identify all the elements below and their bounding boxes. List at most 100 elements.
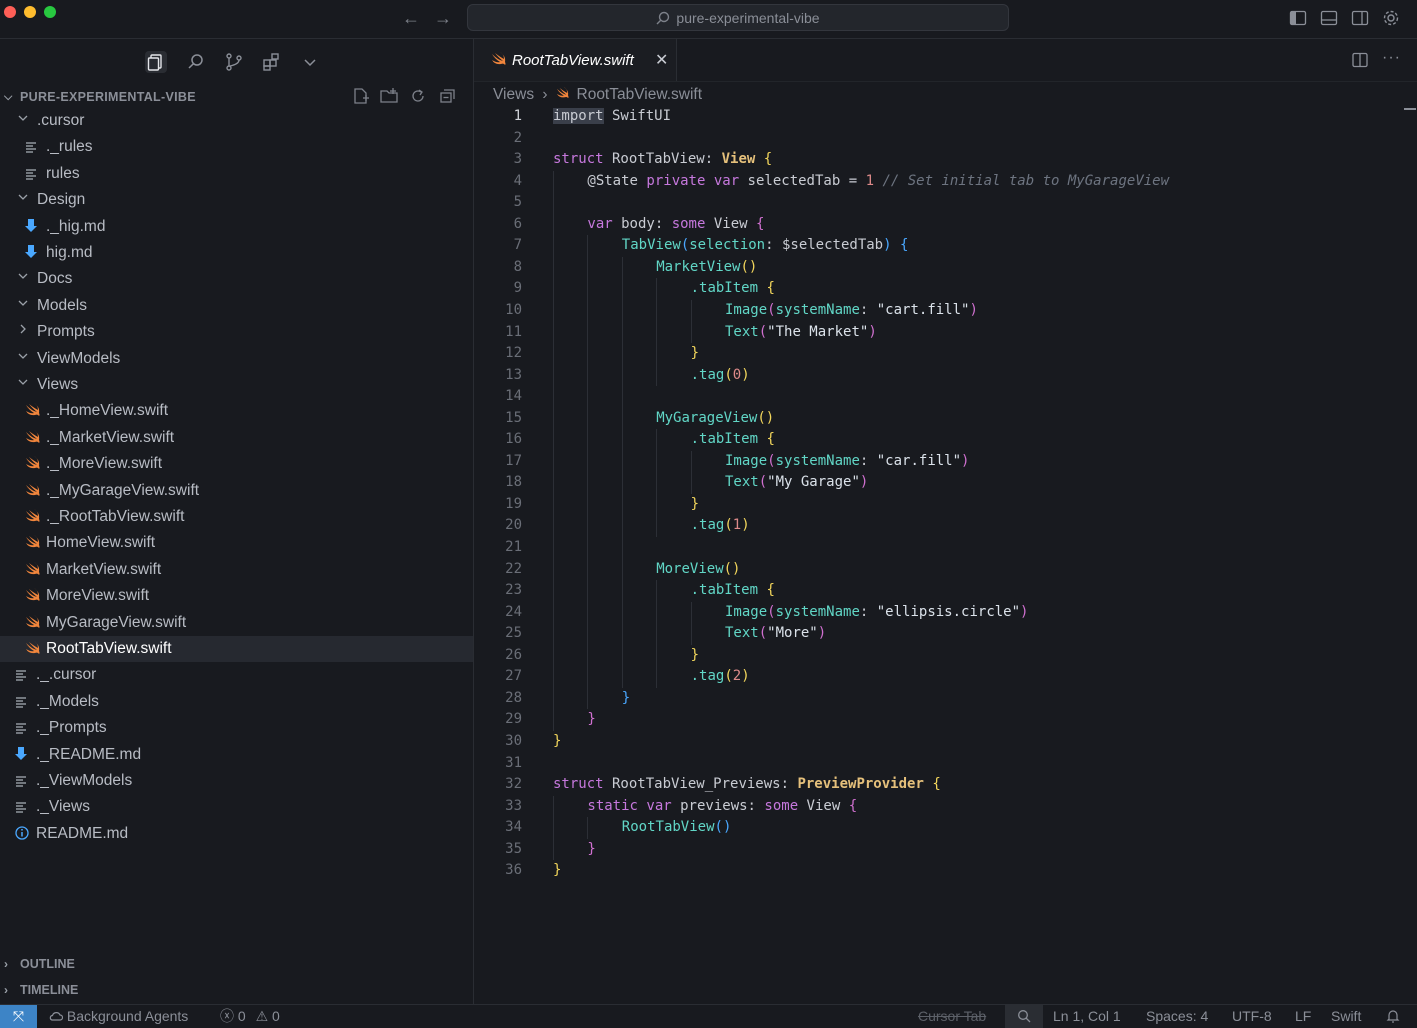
line-number: 23 (505, 582, 522, 599)
zoom-search-icon[interactable] (1005, 1005, 1043, 1028)
code-line: 22 MoreView() (474, 559, 1417, 581)
explorer-root-header[interactable]: ⌵ PURE-EXPERIMENTAL-VIBE (0, 86, 473, 108)
forward-arrow-icon[interactable]: → (434, 8, 452, 28)
source-control-icon[interactable] (223, 51, 245, 73)
cursor-tab-item[interactable]: Cursor Tab (918, 1005, 986, 1028)
split-editor-icon[interactable] (1351, 51, 1369, 74)
tree-file[interactable]: ._RootTabView.swift (0, 504, 473, 530)
end-of-line[interactable]: LF (1295, 1005, 1311, 1028)
tree-file[interactable]: ._HomeView.swift (0, 398, 473, 424)
chevron-down-icon[interactable] (299, 51, 321, 73)
command-center-search[interactable]: pure-experimental-vibe (467, 4, 1009, 31)
tree-file[interactable]: README.md (0, 821, 473, 847)
encoding[interactable]: UTF-8 (1232, 1005, 1272, 1028)
code-text: static var previews: some View { (587, 797, 858, 814)
tree-file[interactable]: ._README.md (0, 742, 473, 768)
code-line: 26} (474, 645, 1417, 667)
tree-file[interactable]: ._MoreView.swift (0, 451, 473, 477)
toggle-secondary-sidebar-icon[interactable] (1351, 9, 1369, 27)
tree-file[interactable]: MyGarageView.swift (0, 610, 473, 636)
background-agents-item[interactable]: Background Agents (49, 1005, 188, 1028)
notifications-bell-icon[interactable] (1386, 1005, 1400, 1028)
tree-folder[interactable]: Models (0, 293, 473, 319)
outline-section-header[interactable]: › OUTLINE (0, 952, 473, 976)
code-text: } (621, 689, 631, 706)
extensions-icon[interactable] (261, 51, 283, 73)
minimize-window-button[interactable] (24, 6, 36, 18)
line-number: 33 (505, 797, 522, 814)
code-line: 17 Image(systemName: "car.fill") (474, 451, 1417, 473)
tree-item-label: MarketView.swift (46, 560, 162, 578)
code-line: 34 RootTabView() (474, 817, 1417, 839)
tree-item-label: ._.cursor (36, 666, 97, 684)
explorer-files-icon[interactable] (145, 51, 167, 73)
line-number: 10 (505, 301, 522, 318)
more-actions-icon[interactable]: ··· (1382, 49, 1401, 67)
breadcrumb-folder[interactable]: Views (493, 86, 534, 103)
tab-roottabview[interactable]: RootTabView.swift ✕ (474, 39, 677, 81)
tree-item-label: HomeView.swift (46, 534, 156, 552)
tree-item-label: ._MoreView.swift (46, 455, 163, 473)
line-number: 2 (513, 129, 522, 146)
tree-folder[interactable]: ViewModels (0, 346, 473, 372)
remote-indicator-icon[interactable]: ⤧ (0, 1005, 37, 1028)
tree-file[interactable]: ._MarketView.swift (0, 425, 473, 451)
swift-file-icon (25, 637, 40, 663)
tree-file[interactable]: ._.cursor (0, 662, 473, 688)
back-arrow-icon[interactable]: ← (402, 8, 420, 28)
tree-folder[interactable]: Design (0, 187, 473, 213)
settings-gear-icon[interactable] (1382, 9, 1400, 27)
code-text: } (553, 862, 562, 879)
tree-file[interactable]: MoreView.swift (0, 583, 473, 609)
tree-folder[interactable]: .cursor (0, 108, 473, 134)
file-lines-icon (15, 795, 27, 821)
tree-file[interactable]: ._Models (0, 689, 473, 715)
tree-file[interactable]: MarketView.swift (0, 557, 473, 583)
tree-folder[interactable]: Views (0, 372, 473, 398)
breadcrumb-file[interactable]: RootTabView.swift (577, 86, 703, 103)
swift-file-icon (25, 558, 40, 584)
line-number: 11 (505, 323, 522, 340)
toggle-primary-sidebar-icon[interactable] (1289, 9, 1307, 27)
line-number: 25 (505, 625, 522, 642)
tree-file[interactable]: HomeView.swift (0, 530, 473, 556)
tree-folder[interactable]: Docs (0, 266, 473, 292)
code-text: .tag(1) (690, 517, 750, 534)
tree-item-label: rules (46, 164, 80, 182)
error-icon: ⓧ (220, 1008, 234, 1024)
tree-file[interactable]: rules (0, 161, 473, 187)
language-mode[interactable]: Swift (1331, 1005, 1361, 1028)
indentation[interactable]: Spaces: 4 (1146, 1005, 1208, 1028)
tree-file[interactable]: ._rules (0, 134, 473, 160)
line-number: 12 (505, 345, 522, 362)
line-number: 31 (505, 754, 522, 771)
tree-item-label: Design (37, 191, 86, 209)
markdown-file-icon (15, 743, 27, 769)
close-tab-icon[interactable]: ✕ (655, 50, 668, 70)
line-number: 5 (513, 194, 522, 211)
tree-file[interactable]: hig.md (0, 240, 473, 266)
line-number: 14 (505, 388, 522, 405)
tree-file[interactable]: ._hig.md (0, 214, 473, 240)
tree-file[interactable]: ._Views (0, 794, 473, 820)
code-text: Text("My Garage") (725, 474, 869, 491)
activity-bar (0, 51, 473, 75)
search-icon[interactable] (185, 51, 207, 73)
tree-file[interactable]: ._Prompts (0, 715, 473, 741)
code-line: 1 import SwiftUI (474, 106, 1417, 128)
toggle-panel-icon[interactable] (1320, 9, 1338, 27)
tree-item-label: MyGarageView.swift (46, 613, 187, 631)
tree-file[interactable]: ._ViewModels (0, 768, 473, 794)
chevron-down-icon (17, 265, 29, 291)
zoom-window-button[interactable] (44, 6, 56, 18)
tree-file[interactable]: ._MyGarageView.swift (0, 478, 473, 504)
tree-folder[interactable]: Prompts (0, 319, 473, 345)
cursor-position[interactable]: Ln 1, Col 1 (1053, 1005, 1121, 1028)
close-window-button[interactable] (4, 6, 16, 18)
tree-item-label: hig.md (46, 244, 93, 261)
tree-file[interactable]: RootTabView.swift (0, 636, 473, 662)
code-line: 3 struct RootTabView: View { (474, 149, 1417, 171)
problems-item[interactable]: ⓧ 0 ⚠ 0 (220, 1005, 280, 1028)
error-count: 0 (237, 1008, 246, 1024)
timeline-section-header[interactable]: › TIMELINE (0, 978, 473, 1002)
